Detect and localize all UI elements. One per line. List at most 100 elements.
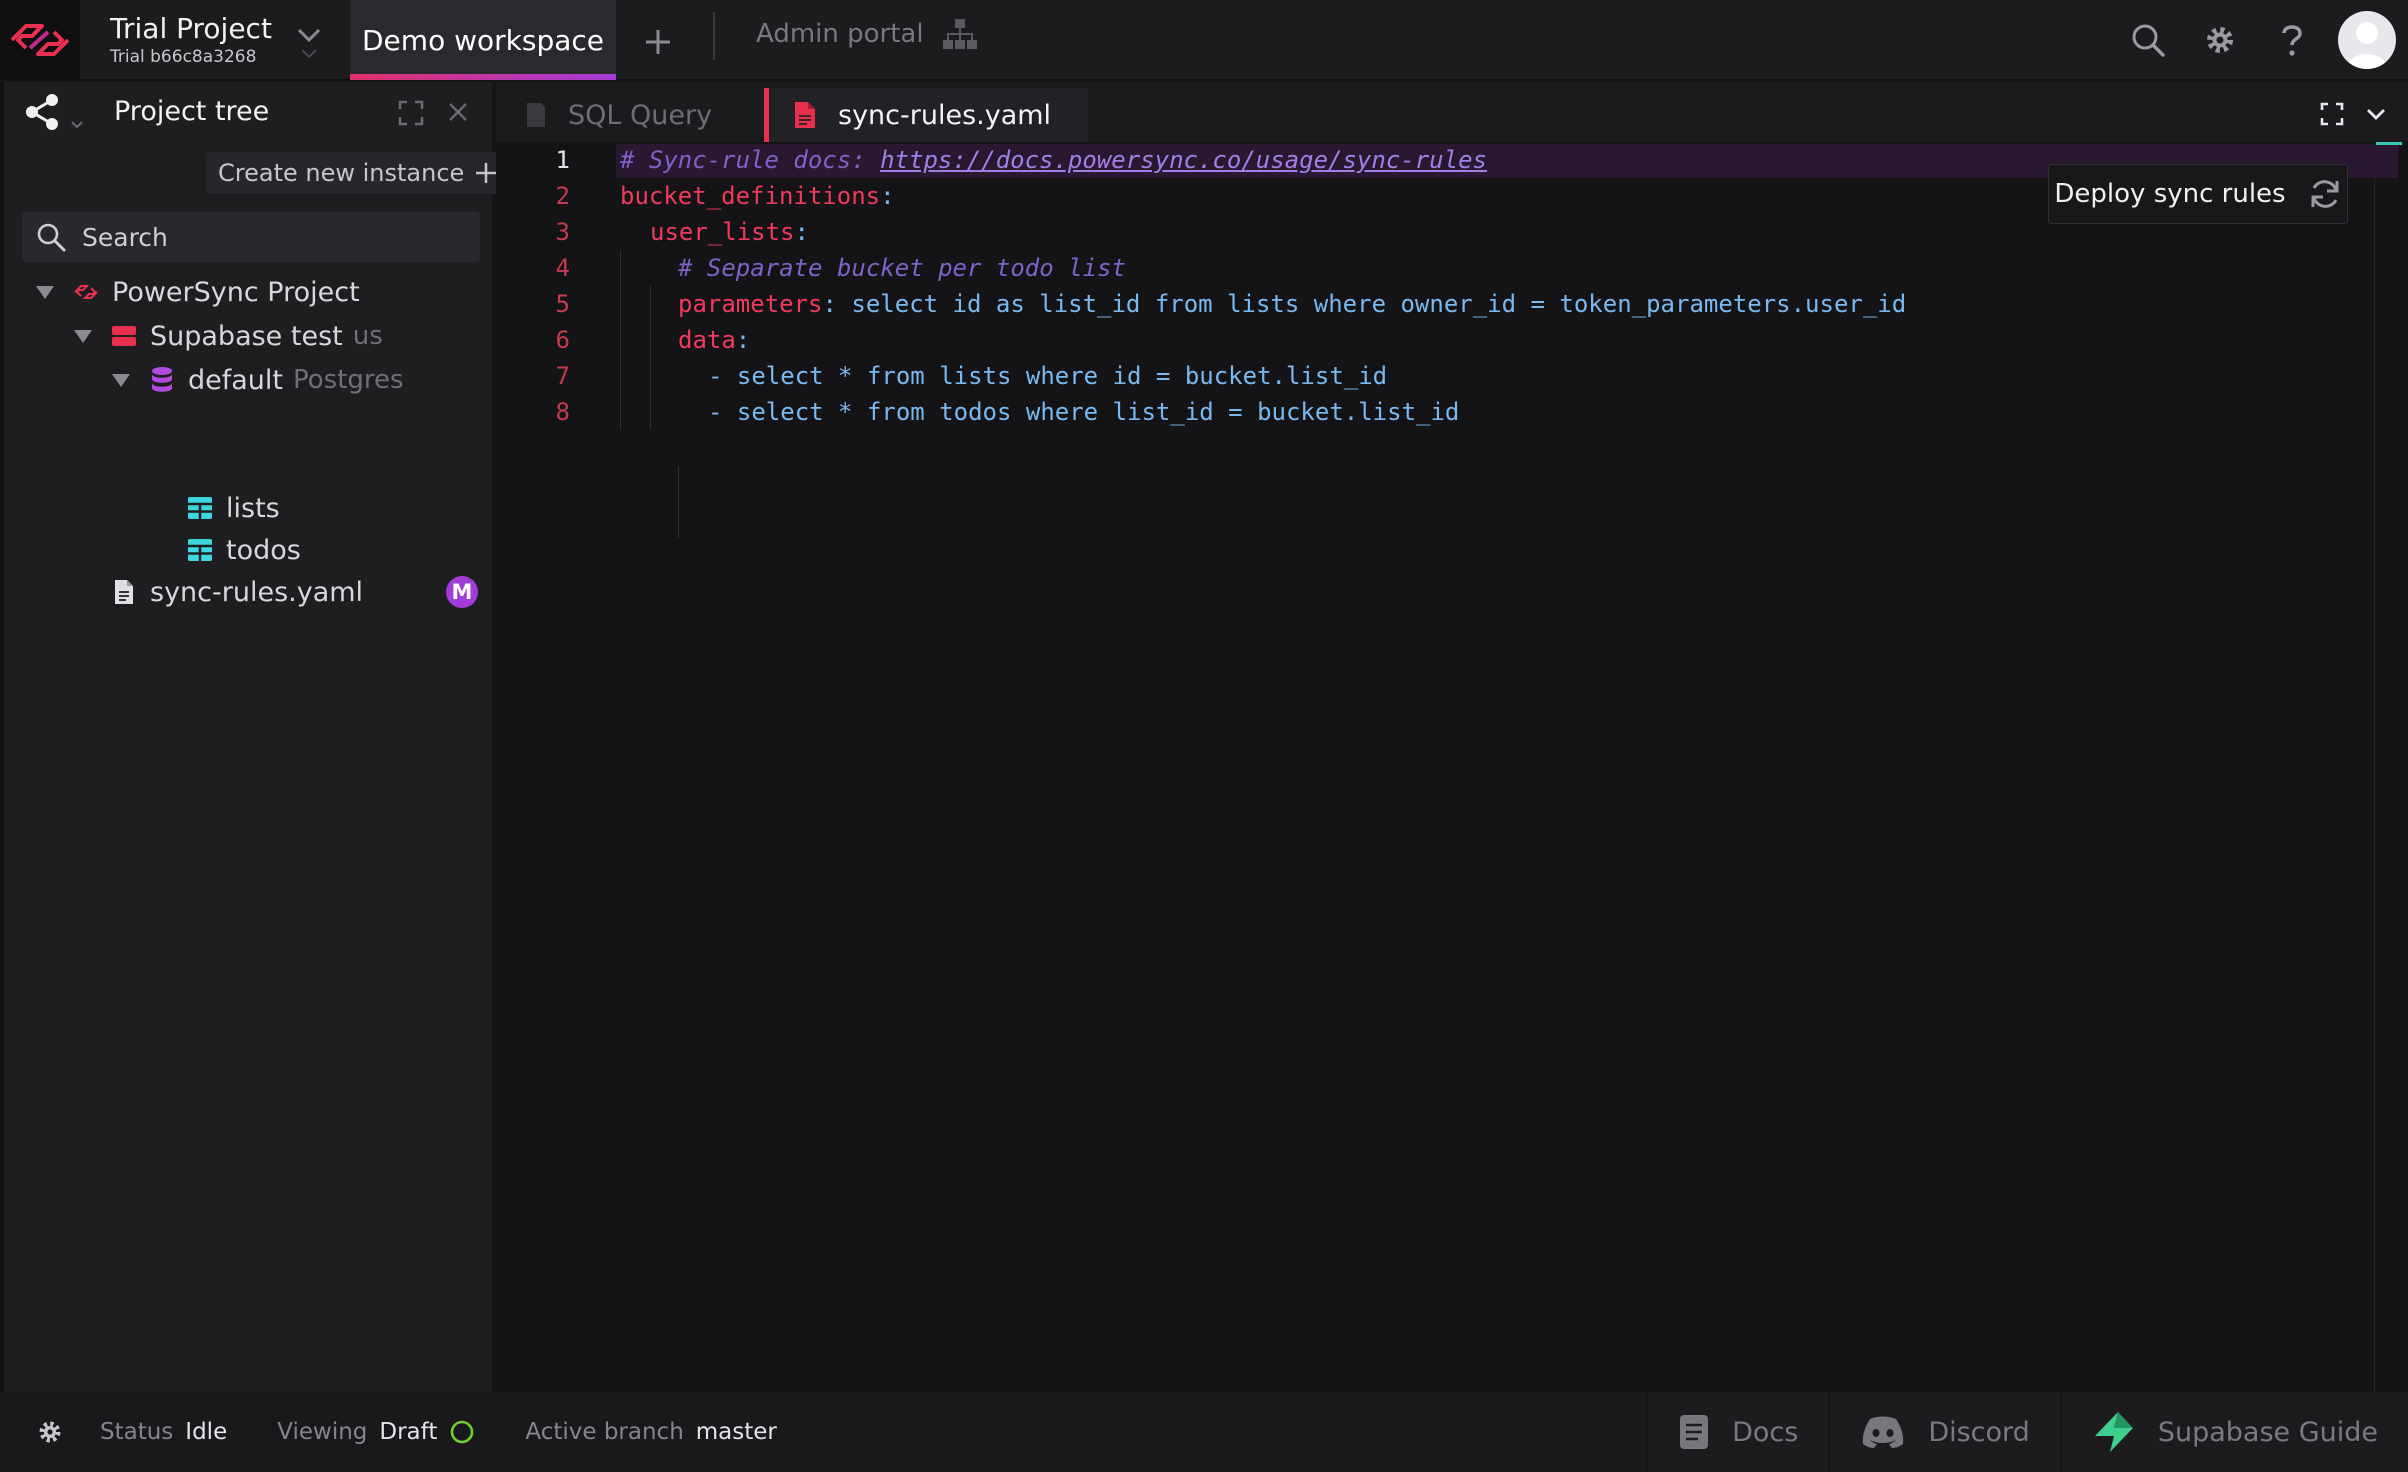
plus-icon [476, 163, 497, 183]
branch-value: master [695, 1419, 777, 1445]
tree-node-file[interactable]: sync-rules.yaml [110, 572, 363, 612]
yaml-punct: : [880, 182, 895, 210]
tab-sync-rules[interactable]: sync-rules.yaml [764, 88, 1088, 142]
line-number: 7 [555, 362, 570, 390]
tree-node-table-lists[interactable]: lists [186, 488, 280, 528]
code-editor[interactable]: 1 2 3 4 5 6 7 8 # Sync-rule docs: https:… [496, 142, 2408, 1392]
panel-title: Project tree [114, 96, 270, 127]
supabase-guide-label: Supabase Guide [2157, 1416, 2378, 1448]
share-icon [26, 94, 83, 130]
settings-button[interactable] [2184, 0, 2256, 80]
discord-label: Discord [1928, 1416, 2030, 1448]
line-number: 2 [555, 182, 570, 210]
line-number: 5 [555, 290, 570, 318]
docs-url-link[interactable]: https://docs.powersync.co/usage/sync-rul… [880, 146, 1487, 174]
project-node-label: PowerSync Project [112, 276, 360, 308]
server-icon [110, 316, 138, 356]
line-number: 4 [555, 254, 570, 282]
code-comment: # Separate bucket per todo list [678, 254, 1126, 282]
yaml-key: parameters [678, 290, 823, 318]
project-name: Trial Project [110, 12, 272, 45]
gear-icon [2207, 27, 2233, 53]
branch-indicator: Active branch master [525, 1419, 777, 1445]
line-number: 3 [555, 218, 570, 246]
powersync-icon [72, 272, 100, 312]
panel-header: Project tree [4, 82, 492, 142]
indent-guide [620, 250, 621, 430]
yaml-punct: : [794, 218, 809, 246]
collapse-toggle[interactable] [70, 316, 96, 356]
tree-node-instance[interactable]: Supabase test us [70, 316, 383, 356]
instance-region: us [352, 321, 383, 351]
viewing-label: Viewing [277, 1419, 368, 1445]
modified-badge: M [446, 576, 478, 608]
help-icon [2282, 25, 2302, 56]
code-line: parameters: select id as list_id from li… [678, 286, 1906, 322]
gear-icon [39, 1421, 61, 1443]
global-search-button[interactable] [2112, 0, 2184, 80]
connection-type: Postgres [293, 365, 404, 395]
table-icon [186, 530, 214, 570]
code-line: # Separate bucket per todo list [678, 250, 1126, 286]
tree-search-input[interactable] [82, 222, 462, 252]
admin-portal-link[interactable]: Admin portal [756, 14, 978, 54]
viewing-indicator[interactable]: Viewing Draft [277, 1419, 475, 1445]
docs-label: Docs [1732, 1416, 1799, 1448]
collapse-toggle[interactable] [108, 360, 134, 400]
user-avatar[interactable] [2338, 11, 2396, 69]
tab-menu-button[interactable] [2356, 94, 2396, 134]
tree-node-connection[interactable]: default Postgres [108, 360, 404, 400]
yaml-value: - select * from todos where list_id = bu… [708, 398, 1460, 426]
code-line: bucket_definitions: [620, 178, 895, 214]
tree-node-project[interactable]: PowerSync Project [32, 272, 360, 312]
plus-icon [646, 30, 670, 54]
deploy-sync-rules-button[interactable]: Deploy sync rules [2048, 164, 2348, 224]
editor-tabs: SQL Query sync-rules.yaml [496, 82, 2408, 142]
code-line: - select * from lists where id = bucket.… [708, 358, 1387, 394]
search-icon [37, 223, 66, 252]
tab-demo-workspace[interactable]: Demo workspace [350, 0, 616, 80]
search-icon [2132, 24, 2165, 57]
add-workspace-button[interactable] [636, 20, 680, 64]
share-button[interactable] [20, 92, 90, 136]
scroll-position-marker [2376, 142, 2402, 145]
chevron-down-icon [2367, 109, 2385, 120]
help-button[interactable] [2256, 0, 2328, 80]
discord-icon [1863, 1416, 1904, 1448]
line-number: 6 [555, 326, 570, 354]
line-number: 1 [555, 146, 570, 174]
create-instance-button[interactable]: Create new instance [206, 152, 511, 194]
chevron-down-icon [297, 28, 321, 59]
status-value: Idle [185, 1419, 228, 1445]
collapse-toggle[interactable] [32, 272, 58, 312]
powersync-logo[interactable] [0, 0, 80, 80]
tree-node-table-todos[interactable]: todos [186, 530, 301, 570]
project-switcher[interactable]: Trial Project Trial b66c8a3268 [110, 12, 321, 70]
status-settings-button[interactable] [0, 1392, 100, 1472]
editor-scrollbar[interactable] [2374, 142, 2408, 1392]
yaml-punct: : [735, 326, 751, 354]
file-icon [110, 572, 138, 612]
yaml-value: - select * from lists where id = bucket.… [708, 362, 1388, 390]
code-line: - select * from todos where list_id = bu… [708, 394, 1459, 430]
expand-icon[interactable] [398, 100, 424, 126]
tree-search[interactable] [22, 212, 480, 262]
code-line: user_lists: [650, 214, 809, 250]
top-right-actions [2112, 0, 2408, 80]
editor-area: SQL Query sync-rules.yaml 1 2 3 4 5 6 7 … [496, 82, 2408, 1392]
yaml-key: bucket_definitions [620, 182, 881, 210]
indent-guide [650, 286, 651, 430]
close-icon[interactable] [444, 98, 472, 126]
fullscreen-button[interactable] [2312, 94, 2352, 134]
file-icon [795, 102, 815, 128]
indent-guide [678, 466, 679, 538]
status-label: Status [100, 1419, 174, 1445]
supabase-guide-link[interactable]: Supabase Guide [2059, 1392, 2408, 1472]
create-instance-label: Create new instance [218, 159, 465, 187]
top-bar: Trial Project Trial b66c8a3268 Demo work… [0, 0, 2408, 80]
discord-link[interactable]: Discord [1828, 1392, 2060, 1472]
deploy-label: Deploy sync rules [2054, 179, 2286, 209]
tab-sql-query[interactable]: SQL Query [496, 88, 764, 142]
table-label: todos [226, 534, 301, 566]
docs-link[interactable]: Docs [1646, 1392, 1829, 1472]
